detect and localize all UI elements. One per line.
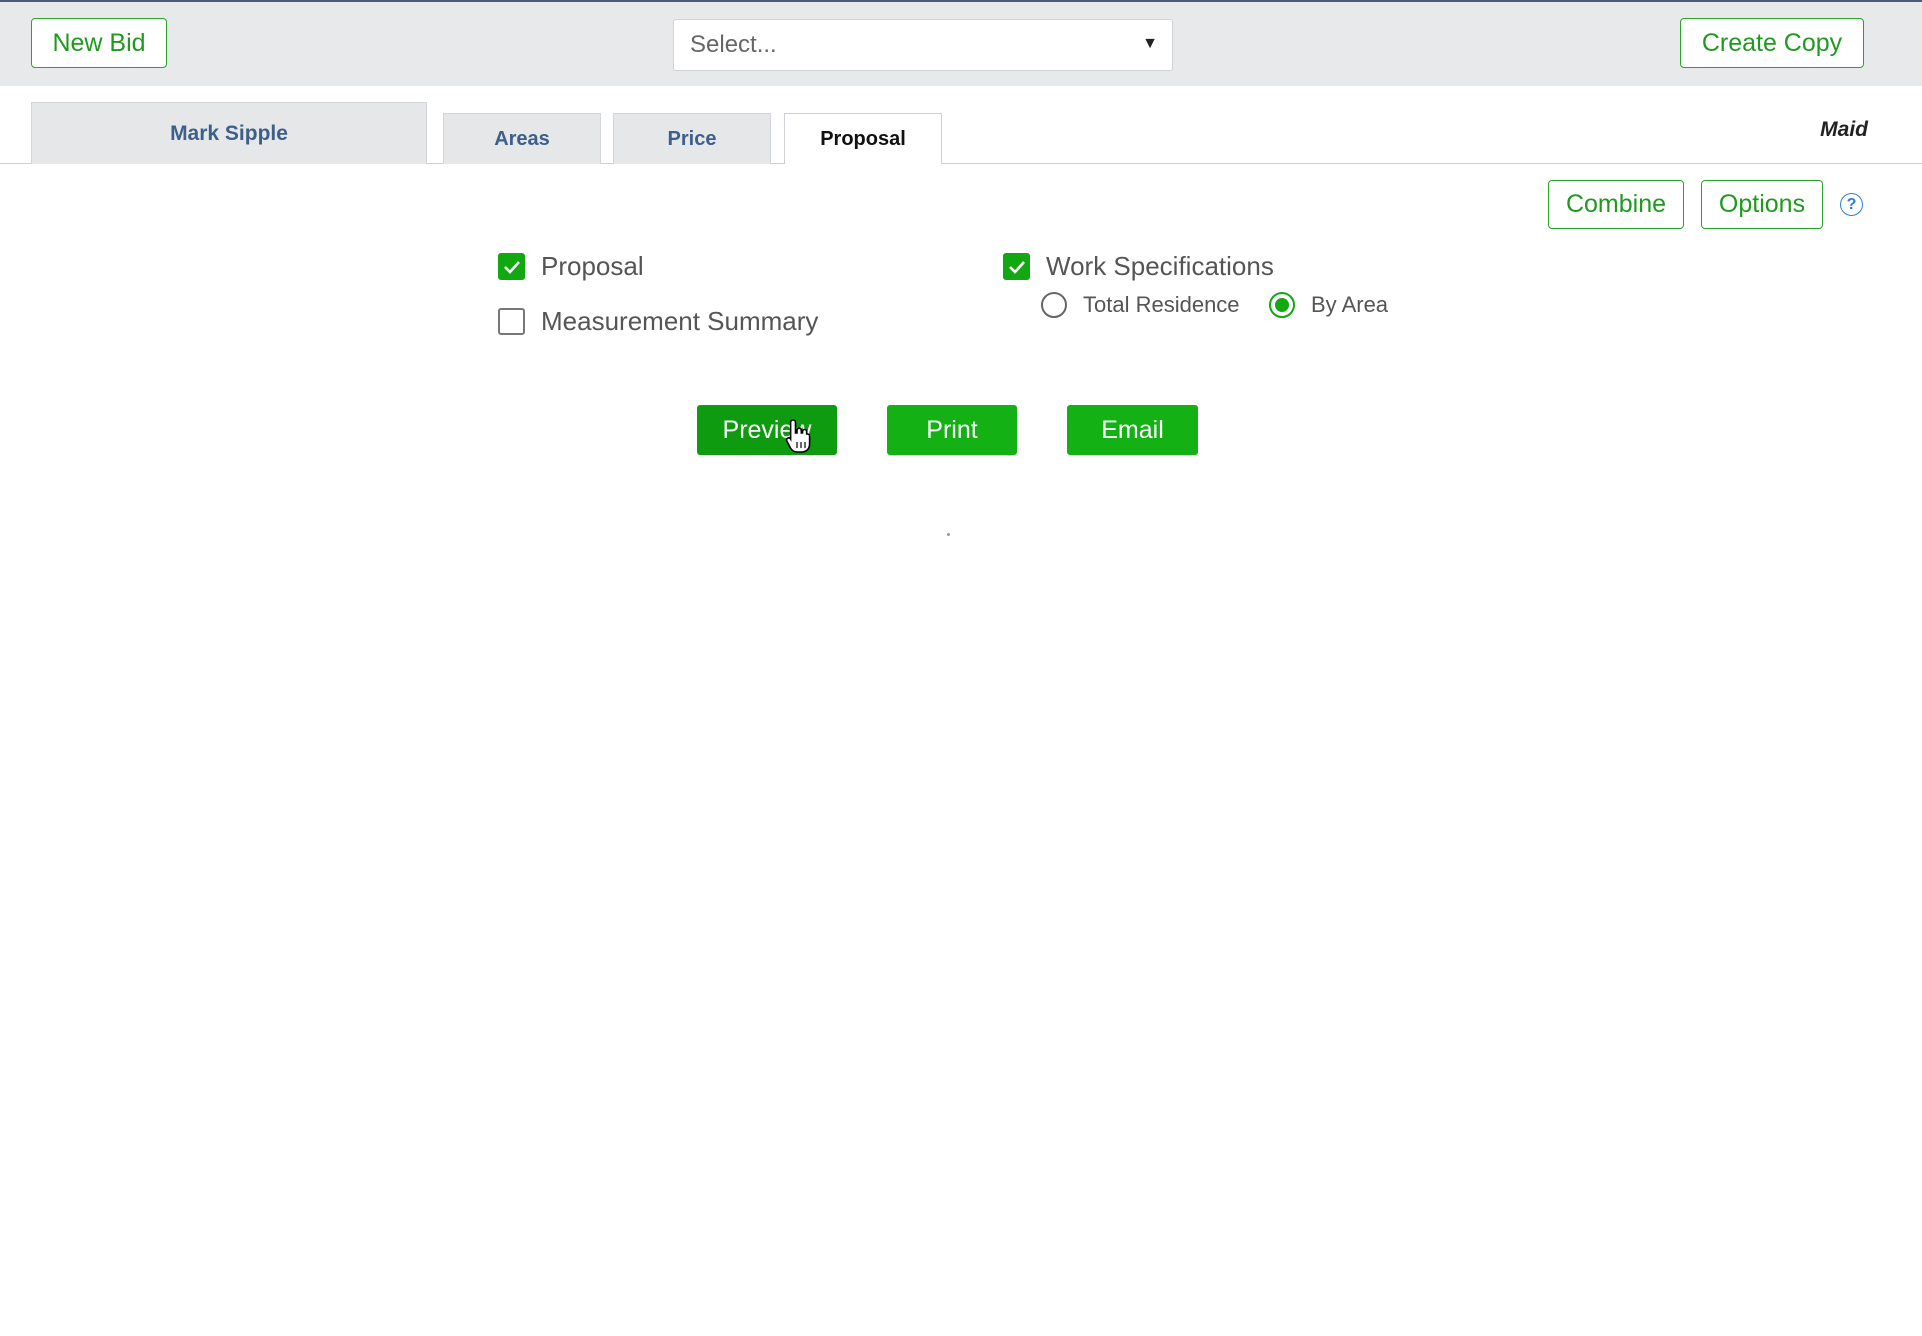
tab-customer-name[interactable]: Mark Sipple (31, 102, 427, 164)
radio-total-residence-label: Total Residence (1083, 292, 1240, 317)
tab-bar: Mark Sipple Areas Price Proposal Maid (0, 86, 1922, 164)
radio-by-area[interactable]: By Area (1269, 292, 1388, 318)
proposal-checkbox[interactable] (498, 253, 525, 280)
radio-button-selected[interactable] (1269, 292, 1295, 318)
role-label: Maid (1820, 118, 1868, 141)
create-copy-button[interactable]: Create Copy (1680, 18, 1864, 68)
radio-total-residence[interactable]: Total Residence (1041, 292, 1240, 318)
preview-button[interactable]: Preview (697, 405, 837, 455)
work-specifications-checkbox-label: Work Specifications (1046, 251, 1274, 281)
measurement-summary-checkbox[interactable] (498, 308, 525, 335)
work-specifications-checkbox[interactable] (1003, 253, 1030, 280)
options-button[interactable]: Options (1701, 180, 1823, 229)
bid-select-dropdown[interactable]: Select... ▼ (673, 19, 1173, 71)
new-bid-button[interactable]: New Bid (31, 18, 167, 68)
proposal-checkbox-row[interactable]: Proposal (498, 251, 644, 282)
measurement-summary-checkbox-row[interactable]: Measurement Summary (498, 306, 818, 337)
email-button[interactable]: Email (1067, 405, 1198, 455)
radio-by-area-label: By Area (1311, 292, 1389, 317)
checkmark-icon (503, 260, 520, 274)
work-specifications-checkbox-row[interactable]: Work Specifications (1003, 251, 1274, 282)
select-placeholder: Select... (690, 31, 777, 58)
top-toolbar: New Bid Select... ▼ Create Copy (0, 0, 1922, 86)
caret-down-icon: ▼ (1142, 35, 1158, 52)
tab-price[interactable]: Price (613, 113, 771, 164)
tab-areas[interactable]: Areas (443, 113, 601, 164)
print-button[interactable]: Print (887, 405, 1017, 455)
checkmark-icon (1008, 260, 1025, 274)
combine-button[interactable]: Combine (1548, 180, 1684, 229)
measurement-summary-checkbox-label: Measurement Summary (541, 306, 819, 336)
tab-proposal[interactable]: Proposal (784, 113, 942, 164)
proposal-checkbox-label: Proposal (541, 251, 644, 281)
help-icon[interactable]: ? (1840, 193, 1863, 216)
radio-button[interactable] (1041, 292, 1067, 318)
loading-indicator (947, 533, 950, 536)
